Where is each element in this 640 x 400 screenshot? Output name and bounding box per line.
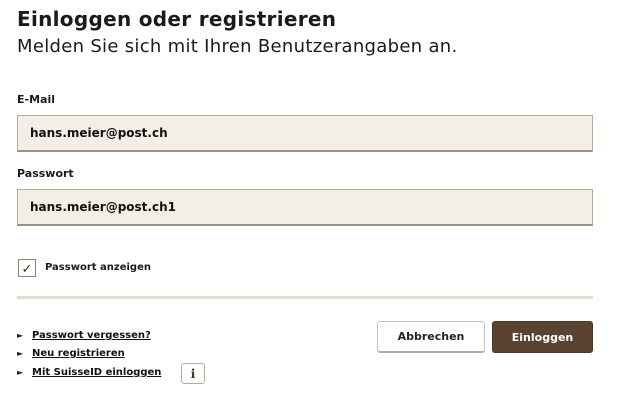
email-field[interactable] [17, 115, 593, 152]
arrow-right-icon: ► [17, 368, 24, 377]
arrow-right-icon: ► [17, 349, 24, 358]
login-page: Einloggen oder registrieren Melden Sie s… [0, 0, 640, 400]
email-label: E-Mail [17, 93, 55, 106]
info-button[interactable]: i [181, 363, 205, 384]
checkmark-icon: ✓ [21, 260, 33, 276]
info-icon: i [190, 366, 196, 381]
cancel-button[interactable]: Abbrechen [377, 321, 485, 353]
page-title: Einloggen oder registrieren [17, 7, 337, 31]
forgot-password-link[interactable]: Passwort vergessen? [32, 330, 151, 341]
login-button[interactable]: Einloggen [492, 321, 593, 353]
suisseid-login-link[interactable]: Mit SuisseID einloggen [32, 367, 161, 378]
show-password-checkbox[interactable]: ✓ [18, 259, 36, 277]
arrow-right-icon: ► [17, 331, 24, 340]
link-register[interactable]: ► Neu registrieren [17, 348, 125, 359]
link-forgot-password[interactable]: ► Passwort vergessen? [17, 330, 151, 341]
link-suisseid[interactable]: ► Mit SuisseID einloggen [17, 367, 161, 378]
divider [17, 296, 593, 299]
password-label: Passwort [17, 167, 74, 180]
page-subtitle: Melden Sie sich mit Ihren Benutzerangabe… [17, 36, 458, 57]
password-field[interactable] [17, 189, 593, 226]
register-link[interactable]: Neu registrieren [32, 348, 125, 359]
show-password-label: Passwort anzeigen [45, 262, 151, 273]
